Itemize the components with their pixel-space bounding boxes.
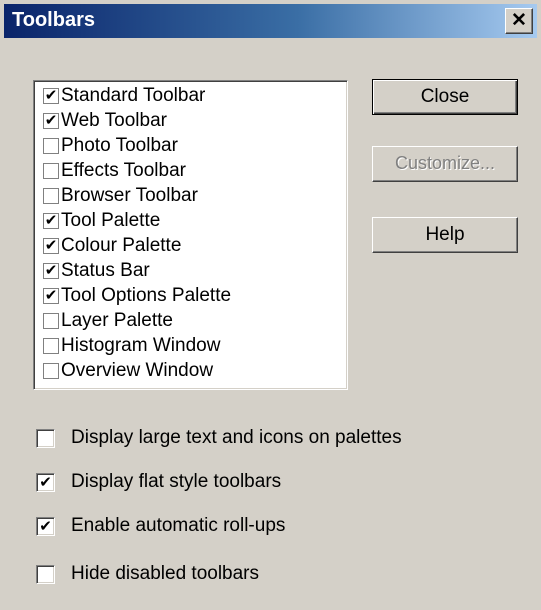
toolbar-checkbox[interactable]: ✔ bbox=[43, 262, 59, 279]
option-checkbox[interactable] bbox=[36, 564, 55, 584]
toolbar-label: Histogram Window bbox=[61, 334, 221, 356]
toolbar-checkbox[interactable] bbox=[43, 337, 59, 354]
option-label: Hide disabled toolbars bbox=[71, 563, 260, 584]
toolbar-checkbox[interactable]: ✔ bbox=[43, 87, 59, 104]
toolbar-label: Web Toolbar bbox=[61, 109, 167, 131]
help-button[interactable]: Help bbox=[372, 217, 518, 253]
option-checkbox[interactable] bbox=[36, 428, 55, 448]
toolbar-checkbox[interactable] bbox=[43, 312, 59, 329]
toolbar-checkbox[interactable] bbox=[43, 137, 59, 154]
dialog-title: Toolbars bbox=[12, 9, 95, 31]
toolbar-checkbox[interactable] bbox=[43, 187, 59, 204]
toolbar-label: Tool Options Palette bbox=[61, 284, 232, 306]
toolbar-label: Photo Toolbar bbox=[61, 134, 178, 156]
toolbar-checkbox[interactable]: ✔ bbox=[43, 287, 59, 304]
list-item[interactable]: ✔ Tool Options Palette bbox=[43, 283, 347, 308]
toolbar-checkbox[interactable]: ✔ bbox=[43, 212, 59, 229]
list-item[interactable]: Overview Window bbox=[43, 358, 347, 383]
toolbar-label: Tool Palette bbox=[61, 209, 161, 231]
option-row[interactable]: Display large text and icons on palettes bbox=[36, 426, 402, 450]
toolbar-label: Status Bar bbox=[61, 259, 150, 281]
toolbar-checkbox[interactable]: ✔ bbox=[43, 237, 59, 254]
list-item[interactable]: ✔ Colour Palette bbox=[43, 233, 347, 258]
option-row[interactable]: ✔ Enable automatic roll-ups bbox=[36, 514, 285, 538]
toolbar-label: Colour Palette bbox=[61, 234, 182, 256]
option-label: Enable automatic roll-ups bbox=[71, 515, 286, 536]
option-row[interactable]: Hide disabled toolbars bbox=[36, 562, 259, 586]
close-icon[interactable]: ✕ bbox=[505, 8, 533, 34]
option-row[interactable]: ✔ Display flat style toolbars bbox=[36, 470, 281, 494]
close-button[interactable]: Close bbox=[372, 79, 518, 115]
toolbars-listbox[interactable]: ✔ Standard Toolbar ✔ Web Toolbar Photo Toolb… bbox=[33, 80, 348, 390]
title-bar[interactable]: Toolbars ✕ bbox=[4, 4, 537, 38]
toolbar-checkbox[interactable] bbox=[43, 362, 59, 379]
toolbar-label: Browser Toolbar bbox=[61, 184, 198, 206]
list-item[interactable]: ✔ Web Toolbar bbox=[43, 108, 347, 133]
list-item[interactable]: Browser Toolbar bbox=[43, 183, 347, 208]
toolbar-label: Layer Palette bbox=[61, 309, 173, 331]
list-item[interactable]: Effects Toolbar bbox=[43, 158, 347, 183]
option-checkbox[interactable]: ✔ bbox=[36, 472, 55, 492]
toolbars-dialog: Toolbars ✕ ✔ Standard Toolbar ✔ Web Toolbar… bbox=[0, 0, 541, 610]
option-label: Display large text and icons on palettes bbox=[71, 427, 402, 448]
toolbar-checkbox[interactable]: ✔ bbox=[43, 112, 59, 129]
list-item[interactable]: Layer Palette bbox=[43, 308, 347, 333]
list-item[interactable]: ✔ Standard Toolbar bbox=[43, 83, 347, 108]
list-item[interactable]: Histogram Window bbox=[43, 333, 347, 358]
toolbar-checkbox[interactable] bbox=[43, 162, 59, 179]
option-label: Display flat style toolbars bbox=[71, 471, 282, 492]
list-item[interactable]: Photo Toolbar bbox=[43, 133, 347, 158]
toolbar-label: Overview Window bbox=[61, 359, 214, 381]
customize-button[interactable]: Customize... bbox=[372, 146, 518, 182]
list-item[interactable]: ✔ Tool Palette bbox=[43, 208, 347, 233]
list-item[interactable]: ✔ Status Bar bbox=[43, 258, 347, 283]
toolbar-label: Standard Toolbar bbox=[61, 84, 206, 106]
toolbar-label: Effects Toolbar bbox=[61, 159, 186, 181]
option-checkbox[interactable]: ✔ bbox=[36, 516, 55, 536]
